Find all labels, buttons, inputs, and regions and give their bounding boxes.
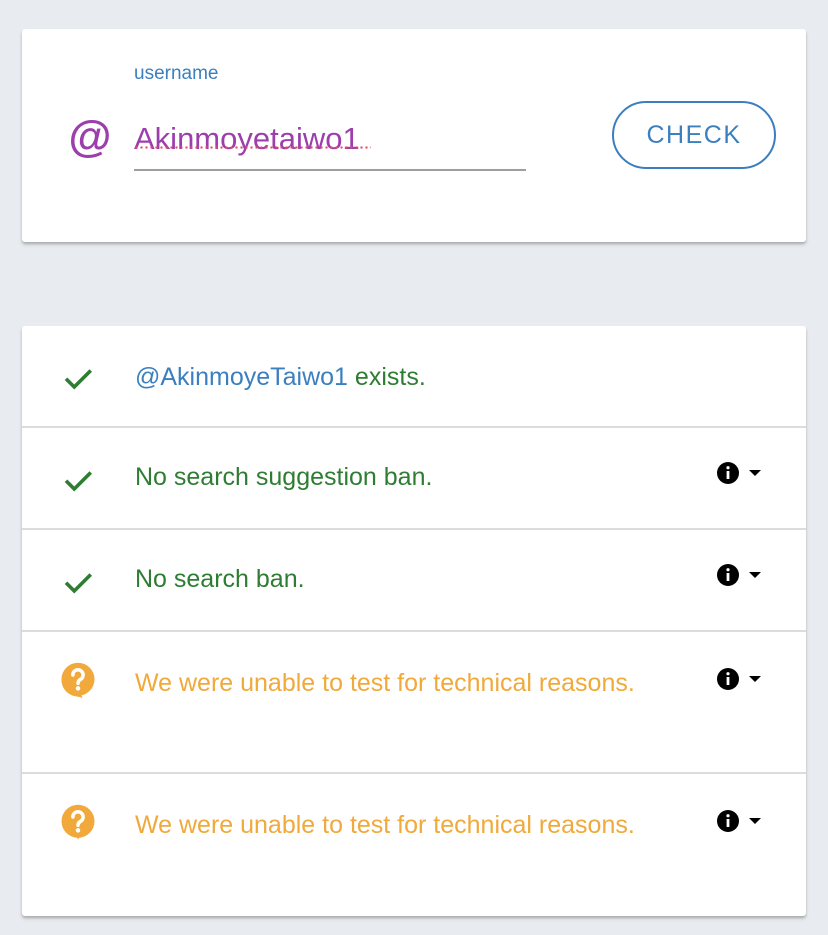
info-icon [717, 462, 739, 484]
result-row-exists: @AkinmoyeTaiwo1 exists. [22, 326, 806, 428]
caret-down-icon [749, 676, 761, 682]
result-row-ghost-ban: We were unable to test for technical rea… [22, 632, 806, 774]
info-icon [717, 564, 739, 586]
caret-down-icon [749, 572, 761, 578]
at-sign-icon: @ [68, 112, 112, 161]
result-status-text: exists. [354, 363, 426, 391]
check-icon [64, 471, 93, 492]
username-label: username [134, 63, 219, 84]
info-dropdown-toggle[interactable] [716, 665, 768, 693]
info-dropdown-toggle[interactable] [716, 807, 768, 835]
caret-down-icon [749, 818, 761, 824]
result-text: No search ban. [135, 565, 305, 593]
username-input[interactable] [134, 109, 526, 171]
result-row-search-ban: No search ban. [22, 530, 806, 632]
result-text: We were unable to test for technical rea… [135, 669, 635, 697]
check-icon [64, 573, 93, 594]
result-text: No search suggestion ban. [135, 463, 433, 491]
results-card: @AkinmoyeTaiwo1 exists. No search sugges… [22, 326, 806, 916]
info-dropdown-toggle[interactable] [716, 561, 768, 589]
check-icon [64, 369, 93, 390]
result-text: @AkinmoyeTaiwo1 exists. [135, 356, 635, 398]
info-dropdown-toggle[interactable] [716, 459, 768, 487]
question-bubble-icon [61, 804, 95, 840]
spellcheck-underline [134, 146, 371, 149]
caret-down-icon [749, 470, 761, 476]
check-button[interactable]: CHECK [612, 101, 776, 169]
result-text: We were unable to test for technical rea… [135, 811, 635, 839]
info-icon [717, 668, 739, 690]
result-row-search-suggestion-ban: No search suggestion ban. [22, 428, 806, 530]
username-search-card: @ username CHECK [22, 29, 806, 242]
question-bubble-icon [61, 662, 95, 698]
info-icon [717, 810, 739, 832]
result-row-reply-deboosting: We were unable to test for technical rea… [22, 774, 806, 916]
username-handle: @AkinmoyeTaiwo1 [135, 363, 348, 391]
